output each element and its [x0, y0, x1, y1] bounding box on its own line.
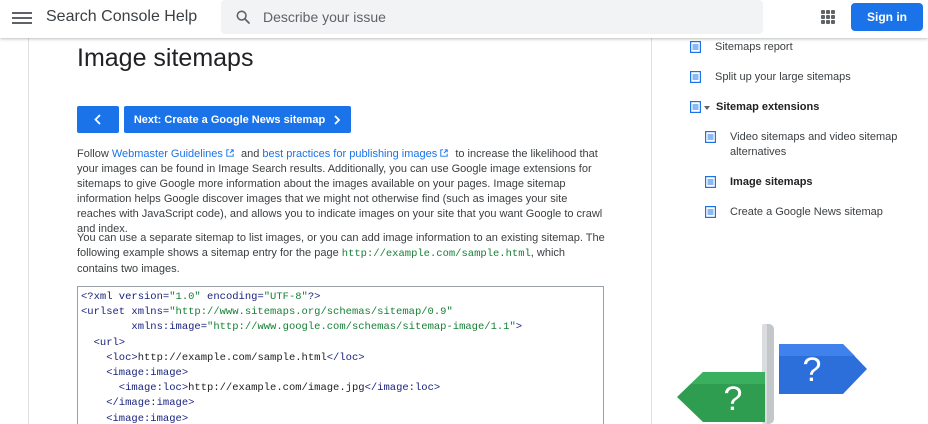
code-token: <?xml version= — [81, 291, 170, 303]
intro-paragraph: Follow Webmaster Guidelines and best pra… — [77, 147, 605, 237]
code-token: <image:image> — [81, 367, 189, 380]
chevron-left-icon — [94, 114, 101, 125]
search-input[interactable] — [263, 0, 753, 34]
document-icon — [705, 131, 716, 143]
nav-item-news-sitemap[interactable]: Create a Google News sitemap — [705, 205, 883, 220]
google-apps-icon[interactable] — [821, 10, 835, 24]
nav-item-sitemap-extensions[interactable]: Sitemap extensions — [690, 100, 819, 115]
example-paragraph: You can use a separate sitemap to list i… — [77, 231, 605, 277]
signpost-illustration: ? ? — [677, 324, 867, 424]
code-token: "http://www.google.com/schemas/sitemap-i… — [207, 321, 516, 334]
code-token: <image:image> — [81, 412, 189, 424]
nav-item-label: Create a Google News sitemap — [730, 206, 883, 218]
chevron-right-icon — [334, 114, 341, 125]
nav-item-label: Split up your large sitemaps — [715, 71, 851, 83]
code-token: <loc> — [81, 351, 138, 364]
page-title: Image sitemaps — [77, 44, 254, 72]
document-icon — [690, 101, 701, 113]
document-icon — [690, 71, 701, 83]
nav-item-label: Video sitemaps and video sitemap alterna… — [730, 131, 898, 158]
signpost-left-question-mark: ? — [724, 380, 743, 418]
code-token: http://example.com/image.jpg — [188, 382, 365, 395]
document-icon — [705, 176, 716, 188]
external-link-icon — [440, 149, 448, 157]
code-token: http://example.com/sample.html — [137, 351, 327, 364]
document-icon — [690, 41, 701, 53]
search-bar[interactable] — [221, 0, 763, 34]
code-token: "http://www.sitemaps.org/schemas/sitemap… — [169, 306, 453, 319]
nav-item-video-sitemaps[interactable]: Video sitemaps and video sitemap alterna… — [705, 130, 910, 160]
nav-item-sitemaps-report[interactable]: Sitemaps report — [690, 40, 793, 55]
code-sample[interactable]: <?xml version="1.0" encoding="UTF-8"?> <… — [77, 286, 604, 424]
document-icon — [705, 206, 716, 218]
nav-item-label: Sitemap extensions — [716, 101, 820, 113]
code-token: encoding= — [200, 291, 264, 303]
code-token: <url> — [81, 336, 126, 349]
code-token: "UTF-8" — [263, 291, 308, 303]
best-practices-link[interactable]: best practices for publishing images — [262, 148, 437, 160]
para-text: Follow — [77, 148, 112, 160]
article: Image sitemaps Next: Create a Google New… — [28, 38, 652, 424]
code-token: "1.0" — [169, 291, 201, 303]
top-app-bar: Search Console Help Sign in — [0, 0, 928, 38]
next-button[interactable]: Next: Create a Google News sitemap — [124, 106, 351, 133]
sign-in-button[interactable]: Sign in — [851, 3, 923, 31]
search-icon — [236, 10, 250, 24]
nav-item-label: Sitemaps report — [715, 41, 793, 53]
code-token: <urlset xmlns= — [81, 306, 170, 319]
code-token: ?> — [307, 291, 321, 303]
menu-icon[interactable] — [12, 9, 32, 27]
signpost-right-question-mark: ? — [803, 351, 822, 389]
nav-item-split-sitemaps[interactable]: Split up your large sitemaps — [690, 70, 851, 85]
webmaster-guidelines-link[interactable]: Webmaster Guidelines — [112, 148, 223, 160]
code-token: > — [515, 321, 523, 334]
nav-item-image-sitemaps[interactable]: Image sitemaps — [705, 175, 813, 190]
previous-button[interactable] — [77, 106, 119, 133]
code-token: </image:loc> — [364, 382, 441, 395]
para-text: and — [237, 148, 263, 160]
nav-item-label: Image sitemaps — [730, 176, 813, 188]
code-token: <image:loc> — [81, 382, 189, 395]
app-title[interactable]: Search Console Help — [46, 8, 197, 26]
code-token: xmlns:image= — [81, 321, 208, 334]
external-link-icon — [226, 149, 234, 157]
inline-code-url: http://example.com/sample.html — [341, 248, 531, 260]
code-token: </loc> — [326, 351, 365, 364]
code-token: </image:image> — [81, 397, 195, 410]
next-button-label: Next: Create a Google News sitemap — [133, 113, 326, 126]
para-text: to increase the likelihood that your ima… — [77, 148, 603, 235]
caret-down-icon[interactable] — [704, 106, 710, 110]
